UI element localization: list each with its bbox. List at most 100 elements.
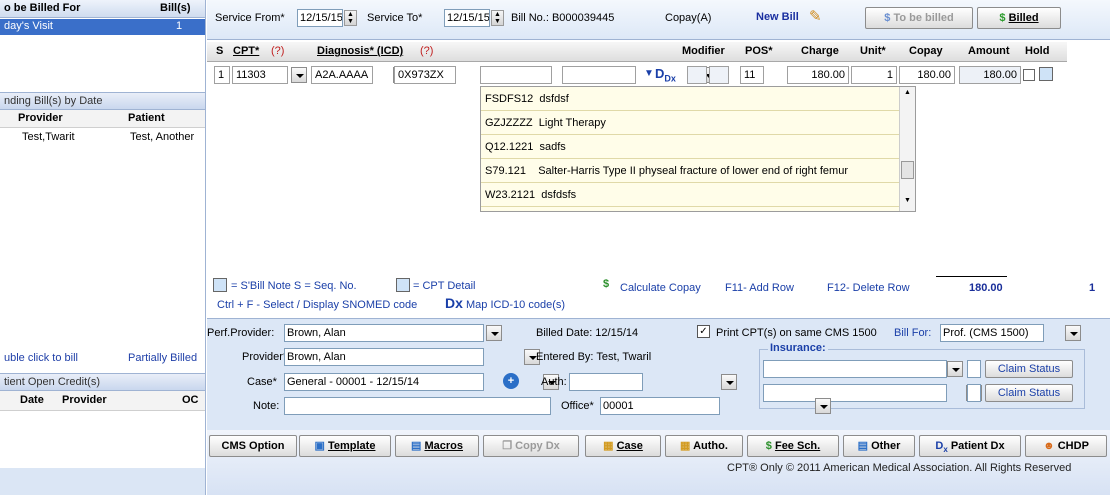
- col-seq[interactable]: S: [216, 45, 223, 57]
- calculate-copay-icon[interactable]: $: [603, 278, 609, 290]
- cpt-help[interactable]: (?): [271, 45, 284, 57]
- todays-visit-row[interactable]: day's Visit 1: [0, 19, 205, 35]
- double-click-hint: uble click to bill: [4, 352, 78, 364]
- office-dropdown[interactable]: [815, 398, 832, 414]
- map-icd10-dx-icon[interactable]: Dx: [445, 295, 463, 311]
- credit-col-oc[interactable]: OC: [182, 394, 199, 406]
- primary-insurance-box[interactable]: [967, 360, 981, 378]
- col-hold[interactable]: Hold: [1025, 45, 1049, 57]
- new-bill-link[interactable]: New Bill: [756, 11, 799, 23]
- bill-for-dropdown[interactable]: [1065, 325, 1082, 341]
- modifier-input-2[interactable]: [709, 66, 729, 84]
- patient-dx-button[interactable]: Dx Patient Dx: [919, 435, 1021, 457]
- primary-claim-status-button[interactable]: Claim Status: [985, 360, 1073, 378]
- diagnosis-option[interactable]: Q12.1221 sadfs: [481, 135, 915, 159]
- auth-dropdown[interactable]: [721, 374, 738, 390]
- col-cpt[interactable]: CPT*: [233, 45, 259, 57]
- pending-bills-section: nding Bill(s) by Date: [0, 92, 205, 110]
- col-diagnosis[interactable]: Diagnosis* (ICD): [317, 45, 403, 57]
- primary-insurance-dropdown[interactable]: [947, 361, 963, 377]
- scroll-down-icon[interactable]: ▼: [904, 197, 911, 204]
- option-code: GZJZZZZ: [485, 117, 533, 129]
- billed-label: Billed: [1008, 12, 1039, 24]
- service-to-input[interactable]: 12/15/15: [444, 9, 490, 27]
- secondary-insurance-select[interactable]: [763, 384, 947, 402]
- provider-select[interactable]: Brown, Alan: [284, 348, 484, 366]
- diagnosis-option[interactable]: GZJZZZZ Light Therapy: [481, 111, 915, 135]
- col-pos[interactable]: POS*: [745, 45, 773, 57]
- charge-input[interactable]: 180.00: [787, 66, 849, 84]
- col-copay[interactable]: Copay: [909, 45, 943, 57]
- unit-input[interactable]: 1: [851, 66, 897, 84]
- secondary-insurance-box[interactable]: [967, 384, 981, 402]
- col-amount[interactable]: Amount: [968, 45, 1010, 57]
- service-from-label: Service From*: [215, 12, 285, 24]
- service-from-spinner[interactable]: ▲ ▼: [344, 10, 357, 26]
- perf-provider-dropdown[interactable]: [486, 325, 502, 341]
- autho-button[interactable]: ▦ Autho.: [665, 435, 743, 457]
- pos-input[interactable]: 11: [740, 66, 764, 84]
- copy-dx-button[interactable]: ❐ Copy Dx: [483, 435, 579, 457]
- service-to-spinner[interactable]: ▲ ▼: [491, 10, 504, 26]
- diagnosis-option[interactable]: W23.2121 dsfdsfs: [481, 183, 915, 207]
- case-button[interactable]: ▦ Case: [585, 435, 661, 457]
- diagnosis-option[interactable]: FSDFS12 dsfdsf: [481, 87, 915, 111]
- credit-col-date[interactable]: Date: [20, 394, 44, 406]
- primary-insurance-select[interactable]: [763, 360, 947, 378]
- perf-provider-select[interactable]: Brown, Alan: [284, 324, 484, 342]
- dropdown-scrollbar[interactable]: ▲ ▼: [899, 87, 915, 211]
- auth-select[interactable]: [569, 373, 643, 391]
- chdp-button[interactable]: ☻ CHDP: [1025, 435, 1107, 457]
- col-charge[interactable]: Charge: [801, 45, 839, 57]
- note-input[interactable]: [284, 397, 551, 415]
- secondary-claim-status-button[interactable]: Claim Status: [985, 384, 1073, 402]
- service-from-input[interactable]: 12/15/15: [297, 9, 343, 27]
- diagnosis-4-input[interactable]: [562, 66, 636, 84]
- bill-details-panel: Perf.Provider: Brown, Alan Billed Date: …: [207, 318, 1110, 430]
- other-button[interactable]: ▤ Other: [843, 435, 915, 457]
- pending-col-patient[interactable]: Patient: [128, 112, 165, 124]
- charges-grid-area: S CPT* (?) Diagnosis* (ICD) (?) Modifier…: [207, 40, 1110, 318]
- cms-option-button[interactable]: CMS Option: [209, 435, 297, 457]
- snomed-hint: Ctrl + F - Select / Display SNOMED code: [217, 299, 418, 311]
- diagnosis-1-input[interactable]: A2A.AAAA: [311, 66, 373, 84]
- print-cpt-checkbox[interactable]: ✓: [697, 325, 710, 338]
- scroll-thumb[interactable]: [901, 161, 914, 179]
- left-panel-bottom-strip: [0, 468, 205, 495]
- cpt-dropdown-button[interactable]: [291, 67, 307, 83]
- hold-checkbox[interactable]: [1023, 69, 1035, 81]
- diagnosis-3-input[interactable]: [480, 66, 552, 84]
- office-select[interactable]: 00001: [600, 397, 720, 415]
- bill-for-select[interactable]: Prof. (CMS 1500): [940, 324, 1044, 342]
- macros-label: Macros: [424, 440, 463, 452]
- cpt-detail-icon[interactable]: [1039, 67, 1053, 81]
- diagnosis-2-input[interactable]: 0X973ZX: [394, 66, 456, 84]
- credit-col-provider[interactable]: Provider: [62, 394, 107, 406]
- scroll-up-icon[interactable]: ▲: [904, 89, 911, 96]
- pending-col-provider[interactable]: Provider: [18, 112, 63, 124]
- dx-caret-icon[interactable]: ▼: [644, 68, 654, 79]
- case-select[interactable]: General - 00001 - 12/15/14: [284, 373, 484, 391]
- modifier-input-1[interactable]: [687, 66, 707, 84]
- col-modifier[interactable]: Modifier: [682, 45, 725, 57]
- col-unit[interactable]: Unit*: [860, 45, 886, 57]
- cpt-input[interactable]: 11303: [232, 66, 288, 84]
- map-icd10-link[interactable]: Map ICD-10 code(s): [466, 299, 565, 311]
- diagnosis-help[interactable]: (?): [420, 45, 433, 57]
- add-case-icon[interactable]: +: [503, 373, 519, 389]
- copay-input[interactable]: 180.00: [899, 66, 955, 84]
- sbill-note: = S'Bill Note S = Seq. No.: [231, 280, 357, 292]
- fee-schedule-button[interactable]: $ Fee Sch.: [747, 435, 839, 457]
- diagnosis-option[interactable]: S79.121 Salter-Harris Type II physeal fr…: [481, 159, 915, 183]
- billed-button[interactable]: $ Billed: [977, 7, 1061, 29]
- calculate-copay-link[interactable]: Calculate Copay: [620, 282, 701, 294]
- case-label: Case: [616, 440, 643, 452]
- pending-row[interactable]: Test,Twarit Test, Another: [0, 130, 205, 146]
- dx-map-button[interactable]: DDx: [655, 66, 676, 84]
- to-be-billed-button[interactable]: $ To be billed: [865, 7, 973, 29]
- case-label: Case*: [247, 376, 277, 388]
- partially-billed-link[interactable]: Partially Billed: [128, 352, 197, 364]
- macros-button[interactable]: ▤ Macros: [395, 435, 479, 457]
- new-bill-icon[interactable]: ✎: [809, 7, 822, 25]
- template-button[interactable]: ▣ Template: [299, 435, 391, 457]
